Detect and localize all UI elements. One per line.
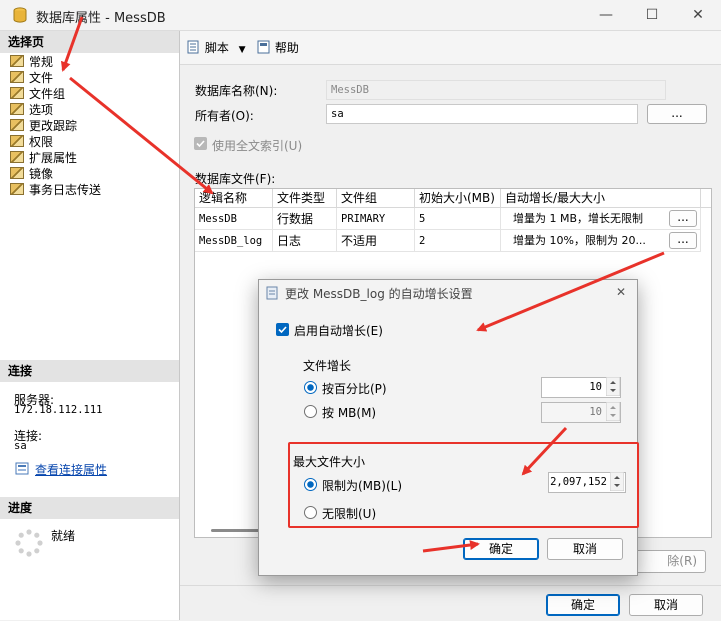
- enable-autogrowth-checkbox[interactable]: [276, 323, 289, 336]
- enable-autogrowth-label: 启用自动增长(E): [294, 324, 383, 338]
- page-icon: [10, 119, 24, 131]
- dialog-ok-button[interactable]: 确定: [463, 538, 539, 560]
- page-item-files[interactable]: 文件: [10, 70, 53, 86]
- page-icon: [10, 71, 24, 83]
- page-icon: [10, 183, 24, 195]
- growth-by-percent-label: 按百分比(P): [322, 382, 387, 396]
- page-icon: [10, 87, 24, 99]
- column-header[interactable]: 自动增长/最大大小: [501, 189, 701, 208]
- growth-edit-button[interactable]: ...: [669, 232, 697, 249]
- dialog-close-button[interactable]: ✕: [611, 283, 631, 301]
- progress-status: 就绪: [51, 529, 76, 543]
- close-button[interactable]: ✕: [684, 4, 712, 26]
- dialog-title: 更改 MessDB_log 的自动增长设置: [285, 287, 473, 301]
- db-name-field[interactable]: MessDB: [326, 80, 666, 100]
- toolbar: 脚本 ▼ 帮助: [180, 31, 721, 65]
- max-file-size-label: 最大文件大小: [293, 455, 366, 469]
- dialog-cancel-button[interactable]: 取消: [547, 538, 623, 560]
- help-icon: [257, 40, 270, 54]
- server-value: 172.18.112.111: [14, 404, 103, 416]
- page-item-extended-properties[interactable]: 扩展属性: [10, 150, 77, 166]
- select-page-header: 选择页: [0, 31, 179, 53]
- minimize-button[interactable]: —: [592, 4, 620, 26]
- autogrowth-dialog: 更改 MessDB_log 的自动增长设置 ✕ 启用自动增长(E) 文件增长 按…: [258, 279, 639, 576]
- ok-button[interactable]: 确定: [546, 594, 620, 616]
- page-item-general[interactable]: 常规: [10, 54, 53, 70]
- unlimited-label: 无限制(U): [322, 507, 377, 521]
- page-item-options[interactable]: 选项: [10, 102, 53, 118]
- page-item-mirroring[interactable]: 镜像: [10, 166, 53, 182]
- percent-spinner-arrows-icon[interactable]: [606, 377, 620, 396]
- title-bar: 数据库属性 - MessDB — ☐ ✕: [0, 0, 721, 31]
- table-cell[interactable]: 2: [415, 230, 501, 252]
- table-cell[interactable]: MessDB_log: [195, 230, 273, 252]
- connection-properties-icon: [15, 462, 29, 475]
- page-item-change-tracking[interactable]: 更改跟踪: [10, 118, 77, 134]
- limit-to-label: 限制为(MB)(L): [322, 479, 402, 493]
- table-cell[interactable]: 行数据: [273, 208, 337, 230]
- database-icon: [13, 7, 27, 23]
- script-icon: [187, 40, 199, 54]
- page-icon: [10, 55, 24, 67]
- table-cell[interactable]: 5: [415, 208, 501, 230]
- column-header[interactable]: 文件组: [337, 189, 415, 208]
- connection-value: sa: [14, 440, 27, 452]
- owner-field[interactable]: sa: [326, 104, 638, 124]
- page-icon: [10, 167, 24, 179]
- maximize-button[interactable]: ☐: [638, 4, 666, 26]
- table-cell[interactable]: 日志: [273, 230, 337, 252]
- chevron-down-icon: ▼: [238, 45, 246, 55]
- page-icon: [10, 135, 24, 147]
- growth-edit-button[interactable]: ...: [669, 210, 697, 227]
- left-pane: 选择页 常规 文件 文件组 选项 更改跟踪 权限 扩展属性 镜像 事务日志传送 …: [0, 31, 180, 620]
- progress-header: 进度: [0, 497, 179, 519]
- owner-browse-button[interactable]: ...: [647, 104, 707, 124]
- mb-spinner-arrows-icon[interactable]: [606, 402, 620, 421]
- page-item-permissions[interactable]: 权限: [10, 134, 53, 150]
- growth-by-percent-radio[interactable]: [304, 381, 317, 394]
- view-connection-properties-link[interactable]: 查看连接属性: [35, 461, 107, 478]
- unlimited-radio[interactable]: [304, 506, 317, 519]
- owner-label: 所有者(O):: [195, 109, 254, 123]
- limit-spinner-arrows-icon[interactable]: [610, 472, 624, 491]
- remove-button[interactable]: 除(R): [630, 550, 706, 573]
- fulltext-label: 使用全文索引(U): [212, 139, 303, 153]
- db-files-label: 数据库文件(F):: [195, 172, 276, 186]
- cancel-button[interactable]: 取消: [629, 594, 703, 616]
- file-growth-label: 文件增长: [303, 359, 352, 373]
- window-title: 数据库属性 - MessDB: [36, 11, 166, 26]
- table-cell[interactable]: MessDB: [195, 208, 273, 230]
- table-cell[interactable]: 不适用: [337, 230, 415, 252]
- growth-by-mb-radio[interactable]: [304, 405, 317, 418]
- growth-by-mb-label: 按 MB(M): [322, 406, 377, 420]
- help-button[interactable]: 帮助: [257, 39, 299, 56]
- page-icon: [10, 151, 24, 163]
- column-header-overflow: [701, 189, 711, 208]
- column-header[interactable]: 逻辑名称: [195, 189, 273, 208]
- connection-header: 连接: [0, 360, 179, 382]
- page-item-filegroups[interactable]: 文件组: [10, 86, 65, 102]
- column-header[interactable]: 文件类型: [273, 189, 337, 208]
- fulltext-checkbox[interactable]: [194, 137, 207, 150]
- check-icon: [196, 140, 205, 148]
- db-name-label: 数据库名称(N):: [195, 84, 278, 98]
- script-button[interactable]: 脚本 ▼: [187, 39, 246, 56]
- page-item-log-shipping[interactable]: 事务日志传送: [10, 182, 101, 198]
- table-cell[interactable]: PRIMARY: [337, 208, 415, 230]
- progress-spinner-icon: [15, 529, 43, 557]
- dialog-database-icon: [266, 286, 278, 300]
- limit-to-radio[interactable]: [304, 478, 317, 491]
- column-header[interactable]: 初始大小(MB): [415, 189, 501, 208]
- check-icon: [278, 326, 287, 334]
- page-icon: [10, 103, 24, 115]
